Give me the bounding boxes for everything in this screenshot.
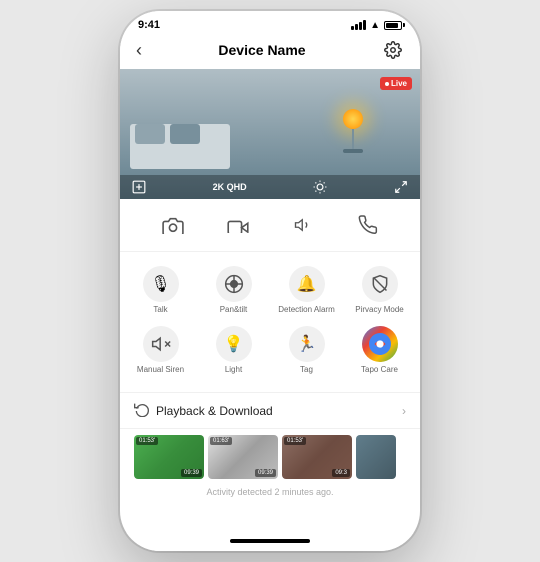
playback-section: Playback & Download › 01:53' 09:39 01:63… (120, 392, 420, 505)
status-time: 9:41 (138, 19, 160, 31)
camera-feed[interactable]: Live 2K QHD (120, 69, 420, 199)
playback-icon (134, 401, 150, 420)
thumb-2-duration: 09:39 (255, 469, 276, 477)
action-row (120, 199, 420, 252)
tag-icon: 🏃 (289, 326, 325, 362)
siren-icon (143, 326, 179, 362)
thumbnails-row: 01:53' 09:39 01:63' 09:39 01:53' 09:3 (120, 429, 420, 485)
detection-icon: 🔔 (289, 266, 325, 302)
detection-label: Detection Alarm (278, 305, 334, 314)
phone-frame: 9:41 ▲ ‹ Device Name (120, 11, 420, 551)
thumb-3-timestamp: 01:53' (284, 437, 306, 445)
thumbnail-3[interactable]: 01:53' 09:3 (282, 435, 352, 479)
quality-label: 2K QHD (213, 182, 247, 192)
brightness-icon[interactable] (313, 180, 327, 194)
playback-title-group: Playback & Download (134, 401, 273, 420)
activity-text: Activity detected 2 minutes ago. (120, 485, 420, 505)
chevron-right-icon: › (402, 404, 406, 418)
thumbnail-1[interactable]: 01:53' 09:39 (134, 435, 204, 479)
talk-label: Talk (153, 305, 167, 314)
thumb-1-timestamp: 01:53' (136, 437, 158, 445)
thumbnail-2[interactable]: 01:63' 09:39 (208, 435, 278, 479)
screenshot-button[interactable] (157, 209, 189, 241)
tapocare-icon (362, 326, 398, 362)
playback-title: Playback & Download (156, 404, 273, 418)
playback-header[interactable]: Playback & Download › (120, 392, 420, 429)
status-bar: 9:41 ▲ (120, 11, 420, 35)
pantilt-icon (216, 266, 252, 302)
back-button[interactable]: ‹ (136, 40, 142, 61)
feature-siren[interactable]: Manual Siren (124, 320, 197, 380)
features-grid: 🎙 Talk Pan&tilt 🔔 Detection Alarm (120, 252, 420, 388)
call-button[interactable] (352, 209, 384, 241)
record-button[interactable] (222, 209, 254, 241)
speaker-icon (287, 209, 319, 241)
status-icons: ▲ (351, 20, 402, 31)
add-icon[interactable] (132, 180, 146, 194)
feature-privacy[interactable]: Pirvacy Mode (343, 260, 416, 320)
thumbnail-4-partial[interactable] (356, 435, 396, 479)
fullscreen-icon[interactable] (394, 180, 408, 194)
siren-label: Manual Siren (137, 365, 184, 374)
feature-tapocare[interactable]: Tapo Care (343, 320, 416, 380)
camera-icon (157, 209, 189, 241)
privacy-label: Pirvacy Mode (355, 305, 403, 314)
nav-bar: ‹ Device Name (120, 35, 420, 69)
tapocare-label: Tapo Care (361, 365, 398, 374)
phone-icon (352, 209, 384, 241)
home-indicator (120, 533, 420, 551)
settings-button[interactable] (382, 39, 404, 61)
live-badge: Live (380, 77, 412, 90)
pantilt-label: Pan&tilt (220, 305, 248, 314)
video-icon (222, 209, 254, 241)
battery-icon (384, 21, 402, 30)
thumb-1-duration: 09:39 (181, 469, 202, 477)
feature-detection[interactable]: 🔔 Detection Alarm (270, 260, 343, 320)
tag-label: Tag (300, 365, 313, 374)
signal-icon (351, 20, 366, 30)
talk-icon: 🎙 (143, 266, 179, 302)
page-title: Device Name (218, 42, 305, 58)
feature-tag[interactable]: 🏃 Tag (270, 320, 343, 380)
thumb-2-timestamp: 01:63' (210, 437, 232, 445)
privacy-icon (362, 266, 398, 302)
wifi-icon: ▲ (370, 20, 380, 31)
gear-icon (384, 41, 402, 59)
home-bar (230, 539, 310, 543)
speaker-button[interactable] (287, 209, 319, 241)
light-label: Light (225, 365, 242, 374)
light-icon: 💡 (216, 326, 252, 362)
feature-light[interactable]: 💡 Light (197, 320, 270, 380)
feature-talk[interactable]: 🎙 Talk (124, 260, 197, 320)
feature-pantilt[interactable]: Pan&tilt (197, 260, 270, 320)
camera-controls: 2K QHD (120, 175, 420, 199)
thumb-3-duration: 09:3 (332, 469, 350, 477)
